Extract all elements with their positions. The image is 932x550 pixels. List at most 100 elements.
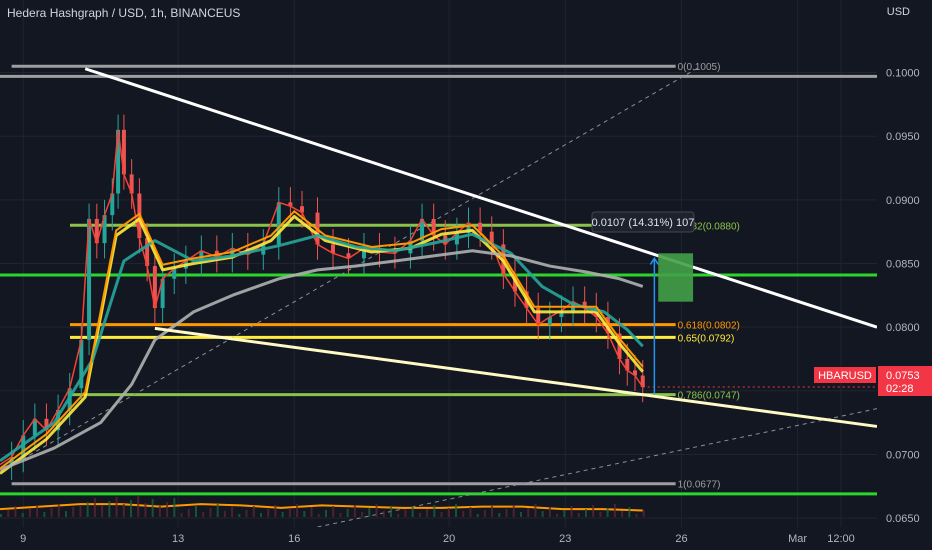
fib-level-label: 0.618(0.0802) <box>678 321 740 332</box>
volume-bar <box>137 496 140 517</box>
volume-bar <box>541 511 544 517</box>
volume-bar <box>346 509 349 517</box>
volume-bar <box>238 514 241 517</box>
price-axis[interactable]: 0.10000.09500.09000.08500.08000.07500.07… <box>877 0 932 550</box>
volume-bar <box>577 513 580 517</box>
volume-bar <box>180 513 183 517</box>
volume-bar <box>570 506 573 517</box>
price-tag-countdown: 02:28 <box>886 383 914 395</box>
price-tick-label: 0.0950 <box>886 131 920 143</box>
volume-bar <box>64 511 67 517</box>
volume-bar <box>397 514 400 517</box>
volume-bar <box>202 512 205 517</box>
volume-bar <box>288 508 291 517</box>
measure-tooltip: 0.0107 (14.31%) 107 <box>591 211 695 233</box>
volume-bar <box>483 510 486 517</box>
volume-bar <box>50 508 53 517</box>
price-tick-label: 0.0800 <box>886 322 920 334</box>
volume-bar <box>548 507 551 517</box>
volume-bar <box>462 511 465 517</box>
volume-bar <box>584 509 587 517</box>
volume-bar <box>57 504 60 517</box>
price-axis-bg <box>877 0 932 550</box>
volume-bar <box>158 506 161 517</box>
fib-level-label: 1(0.0677) <box>678 480 721 491</box>
volume-bar <box>187 509 190 517</box>
volume-bar <box>93 498 96 517</box>
volume-bar <box>447 508 450 517</box>
volume-bar <box>454 504 457 517</box>
fib-level-label: 0.786(0.0747) <box>678 391 740 402</box>
volume-bar <box>556 514 559 517</box>
volume-bar <box>274 505 277 517</box>
volume-bar <box>411 506 414 517</box>
volume-bar <box>173 498 176 517</box>
candle-body <box>276 202 281 245</box>
volume-bar <box>505 509 508 517</box>
volume-bar <box>14 506 17 517</box>
volume-bar <box>635 514 638 517</box>
volume-bar <box>512 505 515 517</box>
volume-bar <box>267 509 270 517</box>
volume-bar <box>621 511 624 517</box>
volume-bar <box>353 505 356 517</box>
volume-bar <box>166 502 169 517</box>
volume-bar <box>361 512 364 517</box>
volume-bar <box>115 497 118 517</box>
volume-bar <box>418 513 421 517</box>
volume-bar <box>613 504 616 517</box>
volume-bar <box>469 507 472 517</box>
volume-bar <box>332 506 335 517</box>
volume-bar <box>519 512 522 517</box>
volume-bar <box>527 508 530 517</box>
volume-bar <box>324 510 327 517</box>
volume-bar <box>21 513 24 517</box>
volume-bar <box>0 514 2 517</box>
currency-label: USD <box>886 6 910 18</box>
price-tick-label: 0.0700 <box>886 449 920 461</box>
chart-title: Hedera Hashgraph / USD, 1h, BINANCEUS <box>7 6 241 20</box>
volume-bar <box>144 503 147 517</box>
volume-bar <box>382 511 385 517</box>
time-tick-label: 12:00 <box>827 533 855 545</box>
volume-bar <box>599 512 602 517</box>
price-tick-label: 0.0900 <box>886 195 920 207</box>
fib-level-label: 0(0.1005) <box>678 62 721 73</box>
time-tick-label: Mar <box>788 533 807 545</box>
volume-bar <box>223 511 226 517</box>
volume-bar <box>129 500 132 517</box>
volume-bar <box>592 505 595 517</box>
volume-bar <box>72 507 75 517</box>
volume-bar <box>317 514 320 517</box>
volume-bar <box>231 507 234 517</box>
time-tick-label: 20 <box>443 533 455 545</box>
volume-bar <box>498 513 501 517</box>
volume-bar <box>86 502 89 517</box>
volume-bar <box>79 506 82 517</box>
price-tick-label: 0.0650 <box>886 513 920 525</box>
time-tick-label: 16 <box>288 533 300 545</box>
volume-bar <box>476 514 479 517</box>
time-tick-label: 13 <box>172 533 184 545</box>
price-chart[interactable]: 0(0.1005)0.382(0.0880)0.618(0.0802)0.65(… <box>0 0 932 550</box>
volume-bar <box>151 499 154 517</box>
volume-bar <box>440 512 443 517</box>
volume-bar <box>101 505 104 517</box>
volume-bar <box>404 510 407 517</box>
volume-bar <box>433 505 436 517</box>
volume-bar <box>563 510 566 517</box>
volume-bar <box>375 504 378 517</box>
volume-bar <box>339 513 342 517</box>
volume-bar <box>28 509 31 517</box>
volume-bar <box>194 505 197 517</box>
time-tick-label: 23 <box>559 533 571 545</box>
volume-bar <box>642 510 645 517</box>
time-axis[interactable]: 9 13 16 20 23 26 Mar 12:00 <box>0 527 932 550</box>
volume-bar <box>209 508 212 517</box>
volume-bar <box>491 506 494 517</box>
volume-bar <box>606 508 609 517</box>
volume-bar <box>259 513 262 517</box>
price-tick-label: 0.1000 <box>886 68 920 80</box>
price-tag-value: 0.0753 <box>886 370 920 382</box>
volume-bar <box>296 504 299 517</box>
